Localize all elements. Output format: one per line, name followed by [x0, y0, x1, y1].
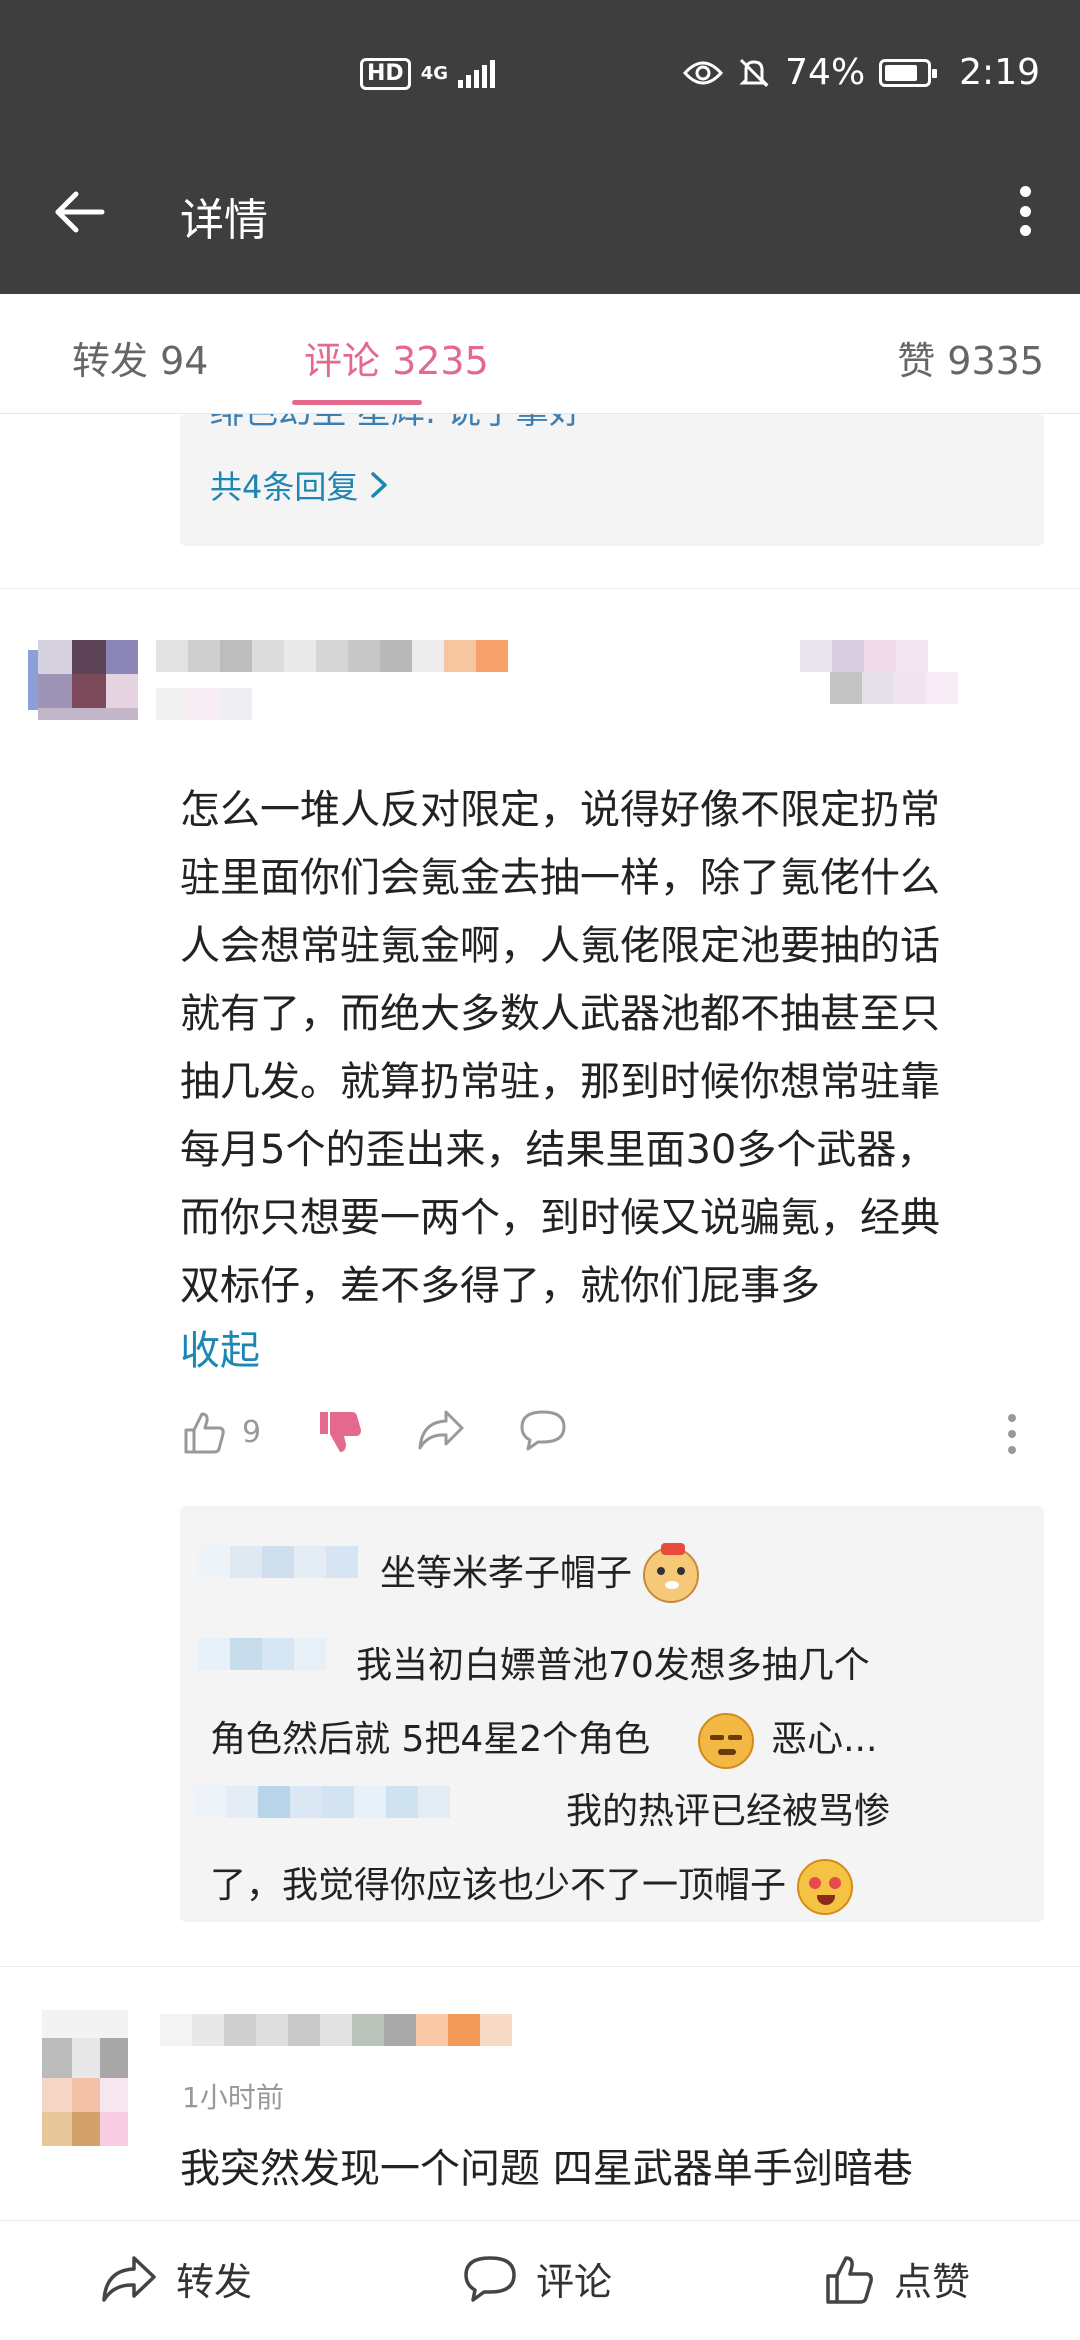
tab-repost[interactable]: 转发 94 — [72, 330, 208, 385]
comment-line: 而你只想要一两个，到时候又说骗氪，经典 — [180, 1195, 940, 1241]
comment-line: 怎么一堆人反对限定，说得好像不限定扔常 — [180, 787, 940, 833]
comment-label: 评论 — [536, 2260, 613, 2304]
hd-indicator: HD — [360, 58, 411, 90]
clock: 2:19 — [959, 52, 1040, 93]
active-tab-indicator — [292, 400, 422, 405]
battery-percent: 74% — [785, 52, 866, 93]
reply-line: 角色然后就 5把4星2个角色 恶心... — [210, 1710, 877, 1769]
repost-label: 转发 — [176, 2260, 253, 2304]
reply-line: 坐等米孝子帽子 — [380, 1543, 700, 1603]
reply-button[interactable] — [518, 1408, 568, 1452]
comment-line: 驻里面你们会氪金去抽一样，除了氪佬什么 — [180, 855, 940, 901]
share-button[interactable] — [416, 1408, 466, 1452]
avatar[interactable] — [42, 2010, 128, 2146]
comment-bubble-icon — [464, 2255, 516, 2302]
title-bar: 详情 — [0, 160, 1080, 260]
more-replies-link[interactable]: 共4条回复 — [210, 462, 390, 508]
battery-icon — [879, 58, 938, 87]
comment-line: 抽几发。就算扔常驻，那到时候你想常驻靠 — [180, 1059, 940, 1105]
signal-icon — [458, 60, 495, 88]
comment-body: 我突然发现一个问题 四星武器单手剑暗巷 — [180, 2146, 913, 2192]
bottom-action-bar: 转发 评论 点赞 — [0, 2220, 1080, 2340]
reply-text: 了，我觉得你应该也少不了一顶帽子 — [210, 1865, 787, 1906]
comment-line: 每月5个的歪出来，结果里面30多个武器， — [180, 1127, 937, 1173]
reply-username-mosaic[interactable] — [198, 1638, 326, 1670]
avatar[interactable] — [28, 610, 138, 720]
share-arrow-icon — [418, 1410, 464, 1450]
bell-mute-icon — [739, 58, 769, 87]
more-options-icon[interactable] — [1010, 186, 1040, 236]
comment-bubble-icon — [520, 1410, 566, 1451]
network-type: 4G — [420, 63, 448, 84]
like-button[interactable]: 9 — [180, 1408, 261, 1456]
reply-text: 角色然后就 5把4星2个角色 — [210, 1719, 651, 1760]
tab-likes[interactable]: 赞 9335 — [897, 330, 1044, 385]
comment-line: 人会想常驻氪金啊，人氪佬限定池要抽的话 — [180, 923, 940, 969]
reply-line: 了，我觉得你应该也少不了一顶帽子 — [210, 1856, 854, 1915]
thinking-emoji-icon — [697, 1713, 754, 1769]
like-button[interactable]: 点赞 — [822, 2251, 970, 2306]
tab-bar: 转发 94 评论 3235 赞 9335 — [0, 294, 1080, 414]
eye-icon — [683, 61, 724, 84]
reply-line: 我当初白嫖普池70发想多抽几个 — [356, 1645, 870, 1686]
back-arrow-icon[interactable] — [50, 182, 110, 242]
thumbs-up-icon — [184, 1412, 225, 1454]
tab-comments[interactable]: 评论 3235 — [304, 330, 489, 385]
page-title: 详情 — [180, 195, 268, 246]
divider — [0, 1966, 1080, 1967]
reply-preview-text: 绯色幻尘 星辉: 说了拿好 — [210, 414, 583, 433]
comment-more-icon[interactable] — [1006, 1412, 1018, 1456]
status-bar: HD 4G 74% 2:19 — [0, 52, 1080, 112]
collapse-link[interactable]: 收起 — [180, 1318, 260, 1376]
comment-line: 就有了，而绝大多数人武器池都不抽甚至只 — [180, 991, 940, 1037]
reply-username-mosaic[interactable] — [194, 1786, 450, 1818]
reply-username-mosaic[interactable] — [198, 1546, 358, 1578]
laughing-emoji-icon — [797, 1859, 854, 1915]
comment-button[interactable]: 评论 — [462, 2251, 612, 2306]
share-arrow-icon — [102, 2255, 156, 2302]
username-mosaic-2 — [156, 688, 252, 720]
thumbs-down-icon — [320, 1412, 361, 1452]
badge-mosaic-2 — [830, 672, 958, 704]
like-count: 9 — [242, 1414, 262, 1450]
badge-mosaic — [800, 640, 928, 672]
thumbs-up-icon — [826, 2255, 873, 2304]
username-mosaic[interactable] — [160, 2014, 512, 2046]
reply-text: 恶心... — [771, 1719, 878, 1760]
comment-body: 怎么一堆人反对限定，说得好像不限定扔常 驻里面你们会氪金去抽一样，除了氪佬什么 … — [180, 776, 1040, 1320]
like-label: 点赞 — [894, 2260, 971, 2304]
repost-button[interactable]: 转发 — [100, 2251, 252, 2306]
reply-line: 我的热评已经被骂惨 — [566, 1791, 891, 1832]
doge-emoji-icon — [643, 1543, 700, 1603]
more-replies-label: 共4条回复 — [210, 468, 359, 506]
reply-box[interactable]: 坐等米孝子帽子 我当初白嫖普池70发想多抽几个 角色然后就 5把4星2个角色 恶… — [180, 1506, 1044, 1922]
dislike-button[interactable] — [316, 1408, 364, 1456]
username-mosaic[interactable] — [156, 640, 508, 672]
comment-time: 1小时前 — [182, 2081, 284, 2114]
divider — [0, 588, 1080, 589]
comment-actions: 9 — [180, 1408, 1040, 1468]
top-bar: HD 4G 74% 2:19 详情 — [0, 0, 1080, 294]
reply-text: 坐等米孝子帽子 — [380, 1553, 633, 1594]
comment-line: 双标仔，差不多得了，就你们屁事多 — [180, 1263, 820, 1309]
reply-preview-box: 绯色幻尘 星辉: 说了拿好 共4条回复 — [180, 414, 1044, 546]
chevron-right-icon — [371, 472, 388, 498]
